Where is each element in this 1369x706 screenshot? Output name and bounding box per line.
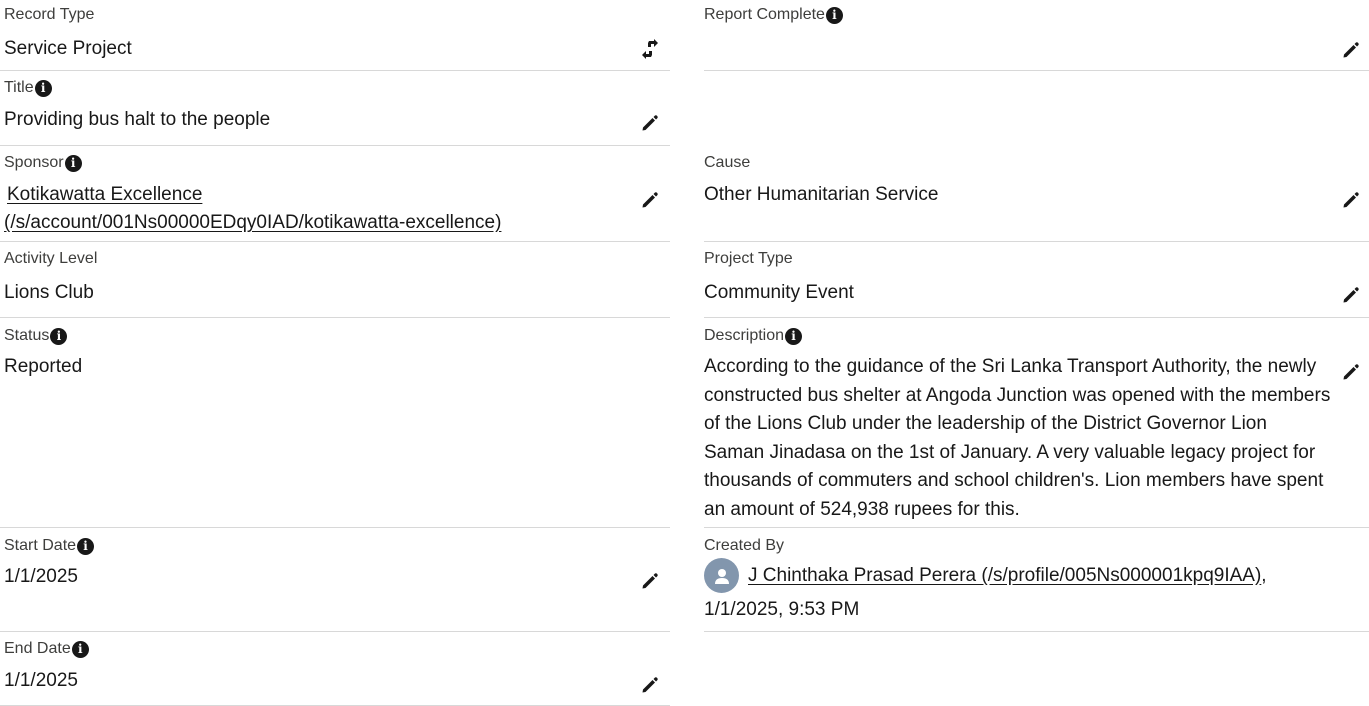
field-description: Description i According to the guidance … [704, 318, 1369, 528]
report-complete-label: Report Complete [704, 6, 825, 23]
field-label: Record Type [4, 6, 94, 24]
field-label: Start Date i [4, 537, 95, 555]
record-detail-panel: Record Type Service Project Report Compl… [0, 0, 1369, 706]
pencil-icon [1343, 287, 1359, 303]
field-label: Activity Level [4, 250, 97, 268]
field-label: Status i [4, 327, 68, 345]
pencil-icon [1343, 192, 1359, 208]
created-by-label: Created By [704, 537, 785, 554]
change-record-type-button[interactable] [638, 37, 662, 61]
edit-title-button[interactable] [638, 111, 662, 135]
edit-sponsor-button[interactable] [638, 188, 662, 212]
info-icon[interactable]: i [785, 327, 803, 345]
start-date-label: Start Date [4, 537, 77, 554]
pencil-icon [642, 115, 658, 131]
activity-level-label: Activity Level [4, 250, 98, 267]
title-label: Title [4, 79, 34, 96]
project-type-label: Project Type [704, 250, 793, 267]
start-date-value: 1/1/2025 [4, 566, 78, 587]
user-avatar-icon[interactable] [704, 558, 739, 593]
pencil-icon [642, 573, 658, 589]
field-label: Created By [704, 537, 784, 555]
field-record-type: Record Type Service Project [0, 0, 670, 71]
info-icon[interactable]: i [64, 154, 82, 172]
pencil-icon [642, 192, 658, 208]
created-by-value: J Chinthaka Prasad Perera (/s/profile/00… [704, 558, 1344, 627]
cause-value: Other Humanitarian Service [704, 184, 939, 205]
field-project-type: Project Type Community Event [704, 242, 1369, 318]
edit-start-date-button[interactable] [638, 569, 662, 593]
edit-cause-button[interactable] [1339, 188, 1363, 212]
pencil-icon [642, 677, 658, 693]
field-status: Status i Reported [0, 318, 670, 528]
record-type-label: Record Type [4, 6, 95, 23]
status-value: Reported [4, 356, 83, 377]
pencil-icon [1343, 364, 1359, 380]
field-report-complete: Report Complete i [704, 0, 1369, 71]
created-by-separator: , [1261, 564, 1267, 586]
field-end-date: End Date i 1/1/2025 [0, 632, 670, 706]
info-icon[interactable]: i [34, 79, 52, 97]
description-value: According to the guidance of the Sri Lan… [704, 356, 1331, 520]
record-type-value: Service Project [4, 38, 132, 59]
created-by-timestamp: 1/1/2025, 9:53 PM [704, 599, 860, 620]
info-icon[interactable]: i [77, 537, 95, 555]
created-by-user-row: J Chinthaka Prasad Perera (/s/profile/00… [704, 558, 1344, 593]
field-label: Project Type [704, 250, 793, 268]
field-start-date: Start Date i 1/1/2025 [0, 528, 670, 632]
info-icon[interactable]: i [825, 6, 843, 24]
end-date-label: End Date [4, 640, 71, 657]
sponsor-value: Kotikawatta Excellence (/s/account/001Ns… [4, 181, 501, 237]
field-activity-level: Activity Level Lions Club [0, 242, 670, 318]
field-cause: Cause Other Humanitarian Service [704, 146, 1369, 242]
field-label: Report Complete i [704, 6, 843, 24]
field-label: Description i [704, 327, 803, 345]
person-silhouette-icon [714, 568, 729, 584]
created-by-user-link[interactable]: J Chinthaka Prasad Perera (/s/profile/00… [748, 559, 1261, 593]
activity-level-value: Lions Club [4, 282, 94, 303]
sponsor-label: Sponsor [4, 154, 64, 171]
title-value: Providing bus halt to the people [4, 109, 271, 130]
info-icon[interactable]: i [50, 327, 68, 345]
field-label: Sponsor i [4, 154, 82, 172]
field-label: Cause [704, 154, 750, 172]
info-icon[interactable]: i [71, 640, 89, 658]
project-type-value: Community Event [704, 282, 854, 303]
field-label: Title i [4, 79, 52, 97]
sponsor-link[interactable]: Kotikawatta Excellence [4, 181, 501, 209]
edit-project-type-button[interactable] [1339, 283, 1363, 307]
field-label: End Date i [4, 640, 89, 658]
change-record-type-icon [642, 39, 658, 59]
edit-description-button[interactable] [1339, 360, 1363, 384]
field-title: Title i Providing bus halt to the people [0, 71, 670, 146]
pencil-icon [1343, 42, 1359, 58]
end-date-value: 1/1/2025 [4, 670, 78, 691]
field-sponsor: Sponsor i Kotikawatta Excellence (/s/acc… [0, 146, 670, 242]
cause-label: Cause [704, 154, 751, 171]
edit-report-complete-button[interactable] [1339, 38, 1363, 62]
sponsor-link-url[interactable]: (/s/account/001Ns00000EDqy0IAD/kotikawat… [4, 209, 501, 237]
description-label: Description [704, 327, 785, 344]
status-label: Status [4, 327, 50, 344]
edit-end-date-button[interactable] [638, 673, 662, 697]
field-created-by: Created By J Chinthaka Prasad Perera (/s… [704, 528, 1369, 632]
